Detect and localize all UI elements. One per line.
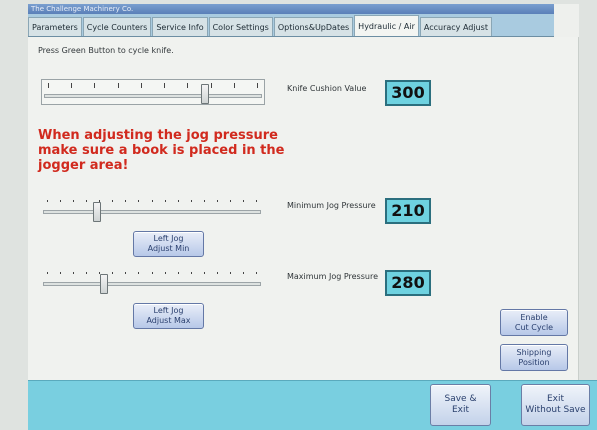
slider-ticks (47, 272, 257, 278)
exit-without-save-button[interactable]: Exit Without Save (521, 384, 590, 426)
slider-thumb[interactable] (201, 84, 209, 104)
enable-cut-cycle-button[interactable]: Enable Cut Cycle (500, 309, 568, 336)
knife-cushion-slider[interactable] (41, 79, 265, 105)
save-exit-button[interactable]: Save & Exit (430, 384, 491, 426)
slider-ticks (48, 83, 258, 89)
bezel-right (579, 0, 597, 380)
shipping-position-button[interactable]: Shipping Position (500, 344, 568, 371)
bezel-left (0, 0, 28, 430)
tab-parameters[interactable]: Parameters (28, 17, 82, 36)
tab-bar: Parameters Cycle Counters Service Info C… (28, 14, 554, 37)
tab-options-updates[interactable]: Options&UpDates (273, 17, 354, 36)
tab-color-settings[interactable]: Color Settings (208, 17, 273, 36)
footer-bar: Save & Exit Exit Without Save (28, 380, 597, 430)
slider-track (43, 210, 261, 214)
max-jog-value[interactable]: 280 (385, 270, 431, 296)
tab-service-info[interactable]: Service Info (152, 17, 208, 36)
screen: The Challenge Machinery Co. Parameters C… (0, 0, 597, 430)
window-title: The Challenge Machinery Co. (28, 4, 554, 14)
tab-hydraulic-air[interactable]: Hydraulic / Air (354, 15, 419, 36)
tab-cycle-counters[interactable]: Cycle Counters (82, 17, 152, 36)
slider-track (44, 94, 262, 98)
slider-track (43, 282, 261, 286)
max-jog-slider[interactable] (41, 269, 263, 295)
left-jog-adjust-max-button[interactable]: Left Jog Adjust Max (133, 303, 204, 329)
hydraulic-air-panel: Press Green Button to cycle knife. Knife… (28, 37, 579, 380)
slider-ticks (47, 200, 257, 206)
slider-thumb[interactable] (93, 202, 101, 222)
max-jog-label: Maximum Jog Pressure (287, 272, 378, 281)
tab-accuracy-adjust[interactable]: Accuracy Adjust (419, 17, 492, 36)
knife-cushion-value[interactable]: 300 (385, 80, 431, 106)
knife-cushion-label: Knife Cushion Value (287, 84, 367, 93)
min-jog-slider[interactable] (41, 197, 263, 223)
left-jog-adjust-min-button[interactable]: Left Jog Adjust Min (133, 231, 204, 257)
min-jog-label: Minimum Jog Pressure (287, 201, 376, 210)
min-jog-value[interactable]: 210 (385, 198, 431, 224)
instruction-text: Press Green Button to cycle knife. (38, 46, 174, 55)
warning-message: When adjusting the jog pressure make sur… (38, 128, 285, 173)
slider-thumb[interactable] (100, 274, 108, 294)
